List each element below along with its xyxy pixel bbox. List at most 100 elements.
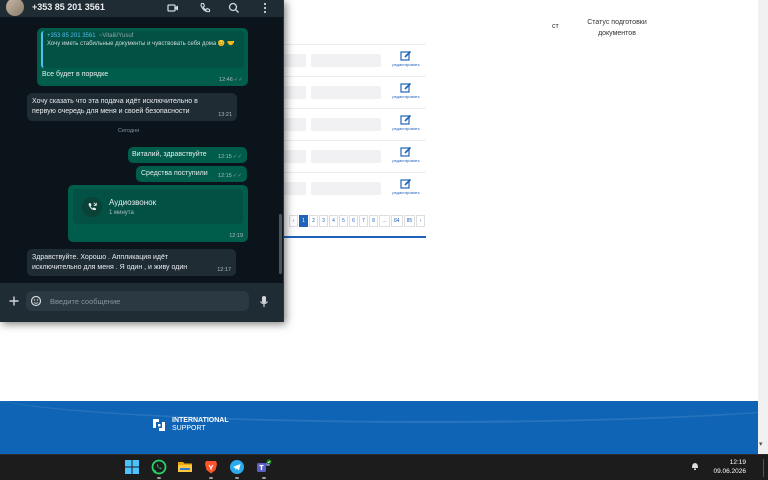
page-link[interactable]: 7 <box>359 215 368 227</box>
read-receipt-icon: ✓✓ <box>232 154 242 160</box>
logo-line-1: INTERNATIONAL <box>172 417 229 424</box>
scroll-down-arrow-icon[interactable]: ▾ <box>759 440 763 448</box>
edit-icon <box>400 82 412 93</box>
sticker-icon[interactable] <box>30 295 42 307</box>
chat-scrollbar[interactable] <box>279 214 282 274</box>
quoted-message[interactable]: +353 85 201 3561 ~Vitalii/Yusuf Хочу име… <box>41 31 244 68</box>
system-clock[interactable]: 12:19 09.06.2026 <box>700 458 746 476</box>
call-title: Аудиозвонок <box>109 198 157 207</box>
file-explorer-button[interactable] <box>177 459 193 475</box>
page-link[interactable]: 4 <box>329 215 338 227</box>
edit-icon <box>400 50 412 61</box>
table-row: редактировать <box>270 108 426 140</box>
notifications-icon[interactable] <box>690 461 700 471</box>
search-icon[interactable] <box>227 1 241 15</box>
edit-button[interactable]: редактировать <box>392 178 420 195</box>
call-bubble[interactable]: Аудиозвонок 1 минута 12:19 <box>68 185 248 242</box>
compose-bar: Введите сообщение <box>0 283 283 322</box>
edit-label: редактировать <box>392 62 420 67</box>
edit-label: редактировать <box>392 94 420 99</box>
telegram-button[interactable] <box>229 459 245 479</box>
message-bubble-incoming[interactable]: Здравствуйте. Хорошо . Аппликация идёт и… <box>27 249 236 276</box>
teams-icon <box>257 459 272 472</box>
message-text: Виталий, здравствуйте <box>132 151 207 158</box>
microphone-icon[interactable] <box>258 295 270 309</box>
message-text: Средства поступили <box>141 170 208 177</box>
table-row: редактировать <box>270 44 426 76</box>
clock-date: 09.06.2026 <box>713 468 746 475</box>
date-separator: Сегодня <box>118 128 140 134</box>
chat-header[interactable]: +353 85 201 3561 <box>0 0 283 17</box>
video-call-icon[interactable] <box>166 1 180 15</box>
page-prev[interactable]: ‹ <box>289 215 298 227</box>
page-link[interactable]: 5 <box>339 215 348 227</box>
windows-taskbar: 12:19 09.06.2026 <box>0 454 768 480</box>
edit-button[interactable]: редактировать <box>392 82 420 99</box>
message-time: 13:21 <box>218 112 232 118</box>
message-text: Хочу сказать что эта подача идёт исключи… <box>32 98 198 115</box>
edit-label: редактировать <box>392 126 420 131</box>
whatsapp-taskbar-button[interactable] <box>151 459 167 479</box>
page-link[interactable]: 1 <box>299 215 308 227</box>
audio-call-card[interactable]: Аудиозвонок 1 минута <box>73 189 243 224</box>
edit-button[interactable]: редактировать <box>392 50 420 67</box>
page-link[interactable]: 3 <box>319 215 328 227</box>
message-text: Здравствуйте. Хорошо . Аппликация идёт и… <box>32 254 188 271</box>
quote-alias: ~Vitalii/Yusuf <box>98 33 134 39</box>
page-next[interactable]: › <box>416 215 426 227</box>
windows-start-icon[interactable] <box>124 459 140 475</box>
brave-browser-button[interactable] <box>203 459 219 479</box>
message-time: 12:46 <box>219 77 233 83</box>
whatsapp-window: +353 85 201 3561 +353 85 201 3561 ~Vital… <box>0 0 284 322</box>
call-duration: 1 минута <box>109 210 134 216</box>
more-icon[interactable] <box>258 1 272 15</box>
logo-line-2: SUPPORT <box>172 425 206 432</box>
message-input[interactable]: Введите сообщение <box>26 291 249 311</box>
page-scrollbar[interactable] <box>758 0 768 454</box>
quote-author: +353 85 201 3561 <box>47 33 96 39</box>
message-time: 12:17 <box>217 267 231 273</box>
message-bubble-outgoing[interactable]: Средства поступили 12:15✓✓ <box>136 166 247 182</box>
whatsapp-icon <box>151 459 167 475</box>
column-header-partial: ст <box>552 23 559 30</box>
edit-button[interactable]: редактировать <box>392 114 420 131</box>
message-time: 12:19 <box>229 233 243 239</box>
teams-button[interactable] <box>256 459 272 479</box>
page-link[interactable]: 6 <box>349 215 358 227</box>
table-row: редактировать <box>270 172 426 204</box>
international-support-logo[interactable]: INTERNATIONAL SUPPORT <box>150 416 229 434</box>
avatar[interactable] <box>6 0 24 16</box>
page-link[interactable]: 85 <box>403 215 416 227</box>
page-ellipsis: … <box>379 215 390 227</box>
input-placeholder: Введите сообщение <box>50 297 121 306</box>
message-bubble-outgoing[interactable]: Виталий, здравствуйте 12:15✓✓ <box>128 147 247 163</box>
edit-icon <box>400 146 412 157</box>
edit-icon <box>400 114 412 125</box>
site-footer: INTERNATIONAL SUPPORT <box>0 401 768 454</box>
contact-name[interactable]: +353 85 201 3561 <box>32 2 105 12</box>
call-icon <box>82 197 102 217</box>
telegram-icon <box>230 460 244 474</box>
page-link[interactable]: 84 <box>391 215 403 227</box>
message-time: 12:15 <box>218 173 232 179</box>
message-time: 12:15 <box>218 154 232 160</box>
message-text: Все будет в порядке <box>42 71 109 78</box>
attach-plus-icon[interactable] <box>8 295 20 307</box>
table-row: редактировать <box>270 76 426 108</box>
message-bubble-outgoing[interactable]: +353 85 201 3561 ~Vitalii/Yusuf Хочу име… <box>37 28 248 86</box>
clock-time: 12:19 <box>729 459 746 466</box>
column-header-document-status: Статус подготовки документов <box>587 19 647 37</box>
message-bubble-incoming[interactable]: Хочу сказать что эта подача идёт исключи… <box>27 93 237 121</box>
quote-text: Хочу иметь стабильные документы и чувств… <box>47 41 235 47</box>
edit-button[interactable]: редактировать <box>392 146 420 163</box>
brave-lion-icon <box>205 461 217 474</box>
edit-label: редактировать <box>392 190 420 195</box>
logo-icon <box>153 419 165 431</box>
edit-icon <box>400 178 412 189</box>
folder-icon <box>178 462 192 472</box>
show-desktop-button[interactable] <box>763 459 764 477</box>
phone-icon[interactable] <box>198 1 212 15</box>
read-receipt-icon: ✓✓ <box>233 77 243 83</box>
page-link[interactable]: 2 <box>309 215 318 227</box>
page-link[interactable]: 8 <box>369 215 378 227</box>
